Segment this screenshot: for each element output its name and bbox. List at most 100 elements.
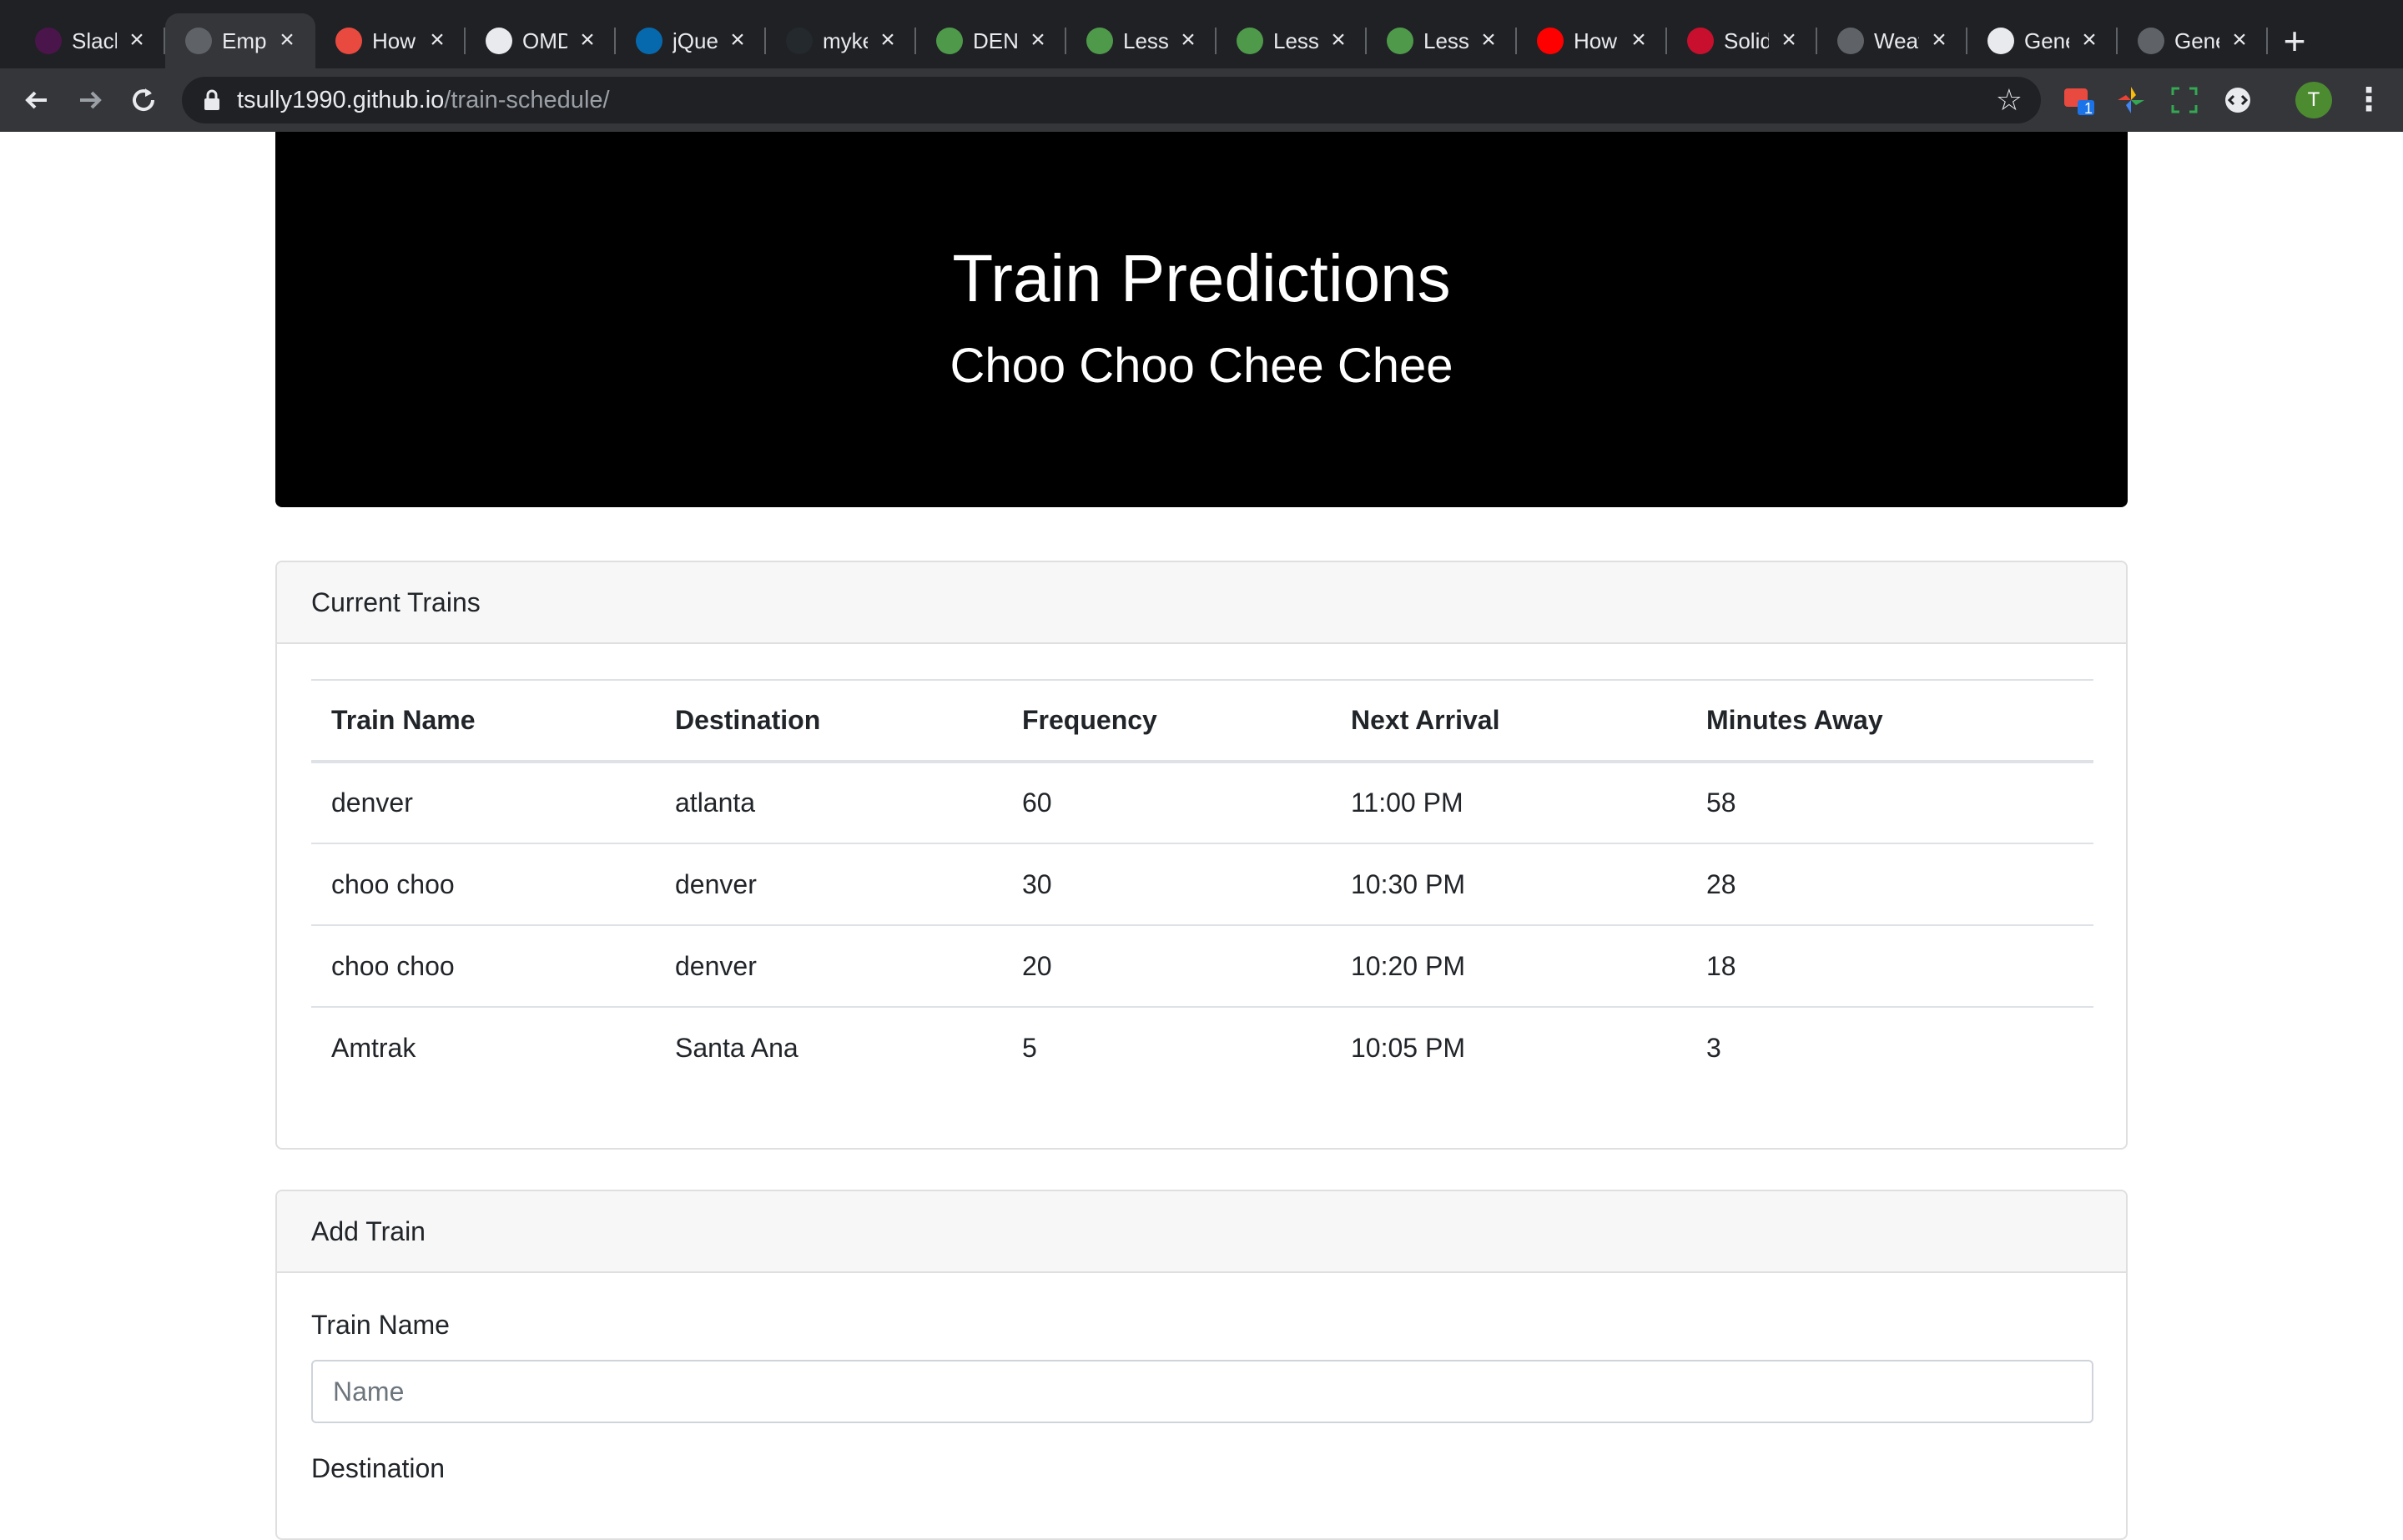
browser-toolbar: tsully1990.github.io/train-schedule/ ☆ 1… [0, 68, 2403, 132]
browser-tab[interactable]: How × [315, 13, 466, 68]
browser-tab[interactable]: Less × [1367, 13, 1517, 68]
address-bar[interactable]: tsully1990.github.io/train-schedule/ ☆ [182, 77, 2041, 123]
lock-icon [204, 89, 219, 110]
code-extension[interactable] [2219, 82, 2256, 118]
table-cell: 10:20 PM [1331, 924, 1686, 1007]
close-tab-icon[interactable]: × [123, 27, 150, 53]
table-row: Amtrak Santa Ana 5 10:05 PM 3 [311, 1006, 2093, 1089]
forward-button[interactable] [72, 82, 108, 118]
extension-tab-counter[interactable]: 1 [2061, 82, 2098, 118]
tab-title: Less [1273, 28, 1318, 53]
screenshot-extension[interactable] [2166, 82, 2203, 118]
profile-avatar[interactable]: T [2295, 82, 2332, 118]
tab-title: Solid [1724, 28, 1769, 53]
color-wheel-icon [2118, 87, 2144, 113]
browser-tab[interactable]: Solid × [1667, 13, 1817, 68]
browser-tab[interactable]: Employee × [165, 13, 315, 68]
url-host: tsully1990.github.io [237, 87, 445, 113]
tab-title: Employee [222, 28, 267, 53]
page-title: Train Predictions [952, 241, 1451, 315]
arrow-left-icon [25, 91, 47, 109]
train-table: Train Name Destination Frequency Next Arriv… [311, 679, 2093, 1089]
tab-title: Less [1123, 28, 1168, 53]
add-train-card: Add Train Train Name Destination [275, 1190, 2128, 1540]
train-name-input[interactable] [311, 1360, 2093, 1423]
jquery-icon [636, 28, 662, 54]
table-row: choo choo denver 30 10:30 PM 28 [311, 843, 2093, 925]
table-cell: atlanta [675, 788, 756, 818]
cube-icon [1387, 28, 1413, 54]
tab-title: Less [1423, 28, 1468, 53]
column-header: Destination [655, 679, 1002, 763]
tab-title: General [2024, 28, 2069, 53]
table-cell: 11:00 PM [1351, 788, 1463, 818]
browser-tab[interactable]: DEN × [916, 13, 1066, 68]
kebab-menu-icon[interactable]: ⋮ [2353, 82, 2385, 118]
table-cell: Amtrak [311, 1006, 655, 1089]
close-tab-icon[interactable]: × [1025, 27, 1051, 53]
close-tab-icon[interactable]: × [1325, 27, 1352, 53]
browser-tab[interactable]: Less × [1066, 13, 1217, 68]
table-cell: 5 [1002, 1006, 1331, 1089]
github-icon [786, 28, 813, 54]
table-cell: 10:05 PM [1331, 1006, 1686, 1089]
close-tab-icon[interactable]: × [724, 27, 751, 53]
omdb-icon [486, 28, 512, 54]
url-text: tsully1990.github.io/train-schedule/ [237, 85, 610, 115]
browser-tab[interactable]: How × [1517, 13, 1667, 68]
table-body: denver atlanta 60 11:00 PM 58 choo choo denver… [311, 762, 2093, 1089]
add-train-heading: Add Train [277, 1191, 2126, 1273]
table-cell: 30 [1002, 843, 1331, 925]
browser-tab[interactable]: General × [2118, 13, 2268, 68]
close-tab-icon[interactable]: × [2076, 27, 2103, 53]
column-header: Next Arrival [1331, 679, 1686, 763]
browser-tab[interactable]: OMDb × [466, 13, 616, 68]
tab-title: mykey [823, 28, 868, 53]
arrow-right-icon [80, 91, 102, 109]
extension-badge: 1 [2084, 100, 2093, 117]
browser-tab[interactable]: Weather × [1817, 13, 1967, 68]
page-subtitle: Choo Choo Chee Chee [950, 339, 1453, 393]
browser-tab[interactable]: General × [1967, 13, 2118, 68]
browser-tab[interactable]: Less × [1217, 13, 1367, 68]
browser-tab[interactable]: jQuery× [616, 13, 766, 68]
cube-icon [936, 28, 963, 54]
close-tab-icon[interactable]: × [574, 27, 601, 53]
new-tab-button[interactable]: + [2278, 20, 2311, 62]
close-tab-icon[interactable]: × [424, 27, 451, 53]
tab-title: How [1574, 28, 1618, 53]
globe-icon [1837, 28, 1864, 54]
column-header: Frequency [1002, 679, 1331, 763]
close-tab-icon[interactable]: × [1926, 27, 1952, 53]
table-cell: 20 [1002, 924, 1331, 1007]
close-tab-icon[interactable]: × [1475, 27, 1502, 53]
close-tab-icon[interactable]: × [1175, 27, 1202, 53]
tab-title: General [2174, 28, 2219, 53]
cube-icon [1237, 28, 1263, 54]
close-tab-icon[interactable]: × [274, 27, 300, 53]
browser-tab[interactable]: Slack× [15, 13, 165, 68]
column-header: Train Name [311, 679, 655, 763]
tab-title: DEN [973, 28, 1018, 53]
table-cell: choo choo [311, 843, 655, 925]
close-tab-icon[interactable]: × [1776, 27, 1802, 53]
close-tab-icon[interactable]: × [1625, 27, 1652, 53]
close-tab-icon[interactable]: × [874, 27, 901, 53]
back-button[interactable] [18, 82, 55, 118]
tab-title: Weather [1874, 28, 1919, 53]
code-circle-icon [2225, 88, 2250, 113]
tab-title: jQuery [673, 28, 718, 53]
table-cell: 18 [1686, 924, 2093, 1007]
globe-icon [185, 28, 212, 54]
browser-tab[interactable]: mykey× [766, 13, 916, 68]
reload-button[interactable] [125, 82, 162, 118]
table-cell: denver [655, 924, 1002, 1007]
browser-tab-strip: Slack×Employee×How×OMDb×jQuery×mykey×DEN… [0, 0, 2403, 68]
codecademy-icon [335, 28, 362, 54]
bookmark-star-icon[interactable]: ☆ [1996, 83, 2023, 117]
color-extension[interactable] [2113, 82, 2149, 118]
close-tab-icon[interactable]: × [2226, 27, 2253, 53]
table-cell: 58 [1706, 788, 1736, 818]
table-row: choo choo denver 20 10:20 PM 18 [311, 924, 2093, 1007]
table-cell: denver [331, 788, 413, 818]
